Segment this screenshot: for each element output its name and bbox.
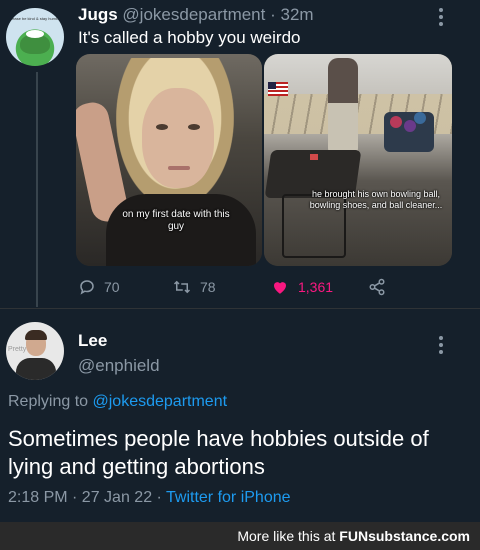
retweet-icon (172, 278, 192, 296)
more-options-icon[interactable] (438, 8, 444, 29)
tweet-text: It's called a hobby you weirdo (78, 28, 301, 47)
person-shape (328, 58, 358, 158)
tweet-author[interactable]: Jugs @jokesdepartment · 32m (78, 5, 314, 25)
author-handle[interactable]: @jokesdepartment (122, 5, 265, 24)
retweet-count: 78 (200, 279, 216, 295)
bowling-ball (404, 120, 416, 132)
reply-button[interactable]: 70 (78, 278, 120, 296)
author-name[interactable]: Jugs (78, 5, 118, 24)
bowling-ball (390, 116, 402, 128)
face-shape (142, 88, 214, 188)
flag-icon (268, 82, 288, 96)
bowling-ball (414, 112, 426, 124)
share-icon (368, 278, 386, 296)
frog-icon (20, 30, 50, 54)
media-image-right[interactable]: he brought his own bowling ball, bowling… (264, 54, 452, 266)
image-caption-right: he brought his own bowling ball, bowling… (309, 189, 443, 210)
retweet-button[interactable]: 78 (172, 278, 216, 296)
heart-icon (270, 278, 290, 296)
replying-prefix: Replying to (8, 393, 89, 410)
reply-meta: 2:18 PM · 27 Jan 22 · Twitter for iPhone (8, 489, 291, 507)
avatar-caption: Please be kind & stay humble (8, 16, 62, 21)
footer-brand[interactable]: FUNsubstance.com (339, 528, 470, 544)
avatar-body (16, 358, 56, 380)
reply-icon (78, 278, 96, 296)
replying-to: Replying to @jokesdepartment (8, 393, 227, 411)
replying-mention[interactable]: @jokesdepartment (93, 393, 228, 410)
more-options-icon[interactable] (438, 336, 444, 357)
reply-author-handle[interactable]: @enphield (78, 356, 160, 376)
reply-text: Sometimes people have hobbies outside of… (8, 426, 429, 479)
eye-shape (188, 124, 200, 130)
reply-source[interactable]: Twitter for iPhone (166, 489, 291, 506)
avatar-hair (25, 330, 47, 340)
share-button[interactable] (368, 278, 386, 296)
avatar-tag: Pretty (8, 346, 27, 353)
footer-prefix: More like this at (237, 528, 336, 544)
like-count: 1,361 (298, 279, 334, 295)
reply-count: 70 (104, 279, 120, 295)
lee-avatar[interactable]: Pretty (6, 322, 64, 380)
tweet-actions: 70 78 1,361 (0, 278, 480, 298)
thread-line (36, 72, 38, 307)
reply-timestamp[interactable]: 2:18 PM · 27 Jan 22 · (8, 489, 162, 506)
footer-text[interactable]: More like this at FUNsubstance.com (237, 528, 470, 544)
cup-shape (310, 154, 318, 160)
jugs-avatar[interactable]: Please be kind & stay humble (6, 8, 64, 66)
image-caption-left: on my first date with this guy (122, 209, 230, 232)
mouth-shape (168, 166, 190, 170)
watermark-footer: More like this at FUNsubstance.com (0, 522, 480, 550)
divider (0, 308, 480, 309)
like-button[interactable]: 1,361 (270, 278, 333, 296)
reply-author-name[interactable]: Lee (78, 331, 107, 351)
tweet-time[interactable]: · 32m (270, 5, 313, 24)
eye-shape (156, 124, 168, 130)
media-image-left[interactable]: on my first date with this guy (76, 54, 262, 266)
